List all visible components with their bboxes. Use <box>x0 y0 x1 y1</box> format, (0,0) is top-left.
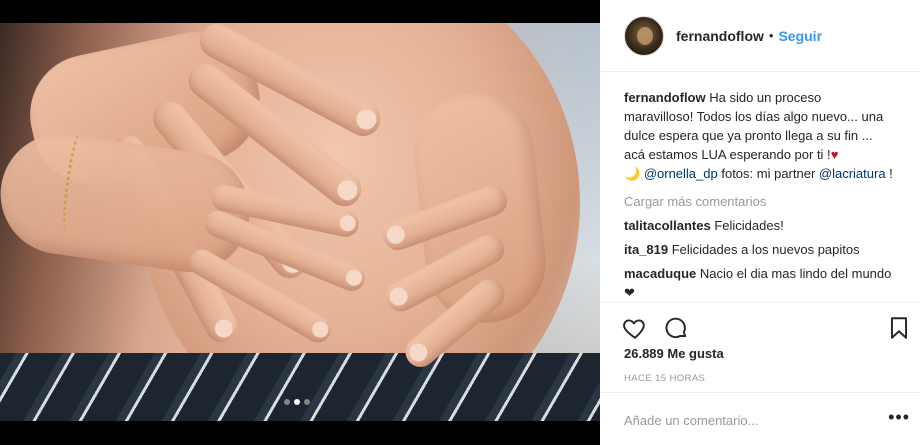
moon-emoji: 🌙 <box>624 166 641 181</box>
follow-button[interactable]: Seguir <box>778 28 822 44</box>
comment-input[interactable]: Añade un comentario... <box>624 413 758 428</box>
carousel-dot <box>304 399 310 405</box>
carousel-dot <box>284 399 290 405</box>
header-username[interactable]: fernandoflow <box>676 28 764 44</box>
load-more-comments-button[interactable]: Cargar más comentarios <box>624 192 894 211</box>
comment-text: Felicidades a los nuevos papitos <box>671 242 860 257</box>
comment-text: Felicidades! <box>714 218 784 233</box>
comment-username[interactable]: ita_819 <box>624 242 668 257</box>
comment-item: talitacollantes Felicidades! <box>624 216 894 235</box>
comment-username[interactable]: talitacollantes <box>624 218 711 233</box>
action-bar <box>600 302 920 346</box>
comment-icon[interactable] <box>663 315 689 341</box>
mention-ornella[interactable]: @ornella_dp <box>644 166 718 181</box>
post-timestamp[interactable]: HACE 15 HORAS <box>624 373 705 384</box>
comments-list[interactable]: fernandoflow Ha sido un proceso maravill… <box>624 88 894 302</box>
post-photo[interactable] <box>0 23 600 421</box>
avatar[interactable] <box>624 15 664 56</box>
heart-icon[interactable] <box>622 315 648 341</box>
caption-end: ! <box>885 166 893 181</box>
comment-item: macaduque Nacio el dia mas lindo del mun… <box>624 264 894 302</box>
likes-count[interactable]: 26.889 Me gusta <box>624 346 724 361</box>
comment-item: ita_819 Felicidades a los nuevos papitos <box>624 240 894 259</box>
post-header: fernandoflow • Seguir <box>600 0 920 72</box>
more-options-button[interactable]: ••• <box>888 407 910 428</box>
add-comment-bar: Añade un comentario... ••• <box>600 392 920 445</box>
post-sidebar: fernandoflow • Seguir fernandoflow Ha si… <box>600 0 920 445</box>
post-media[interactable] <box>0 0 600 445</box>
comment-username[interactable]: macaduque <box>624 266 696 281</box>
caption: fernandoflow Ha sido un proceso maravill… <box>624 88 894 183</box>
bookmark-icon[interactable] <box>886 315 912 341</box>
header-separator: • <box>768 28 774 43</box>
mention-lacriatura[interactable]: @lacriatura <box>819 166 886 181</box>
photo-cloth <box>0 353 600 421</box>
carousel-indicator <box>284 399 310 405</box>
carousel-dot <box>294 399 300 405</box>
heart-emoji: ♥ <box>830 147 839 162</box>
caption-mid: fotos: mi partner <box>717 166 819 181</box>
caption-username[interactable]: fernandoflow <box>624 90 706 105</box>
